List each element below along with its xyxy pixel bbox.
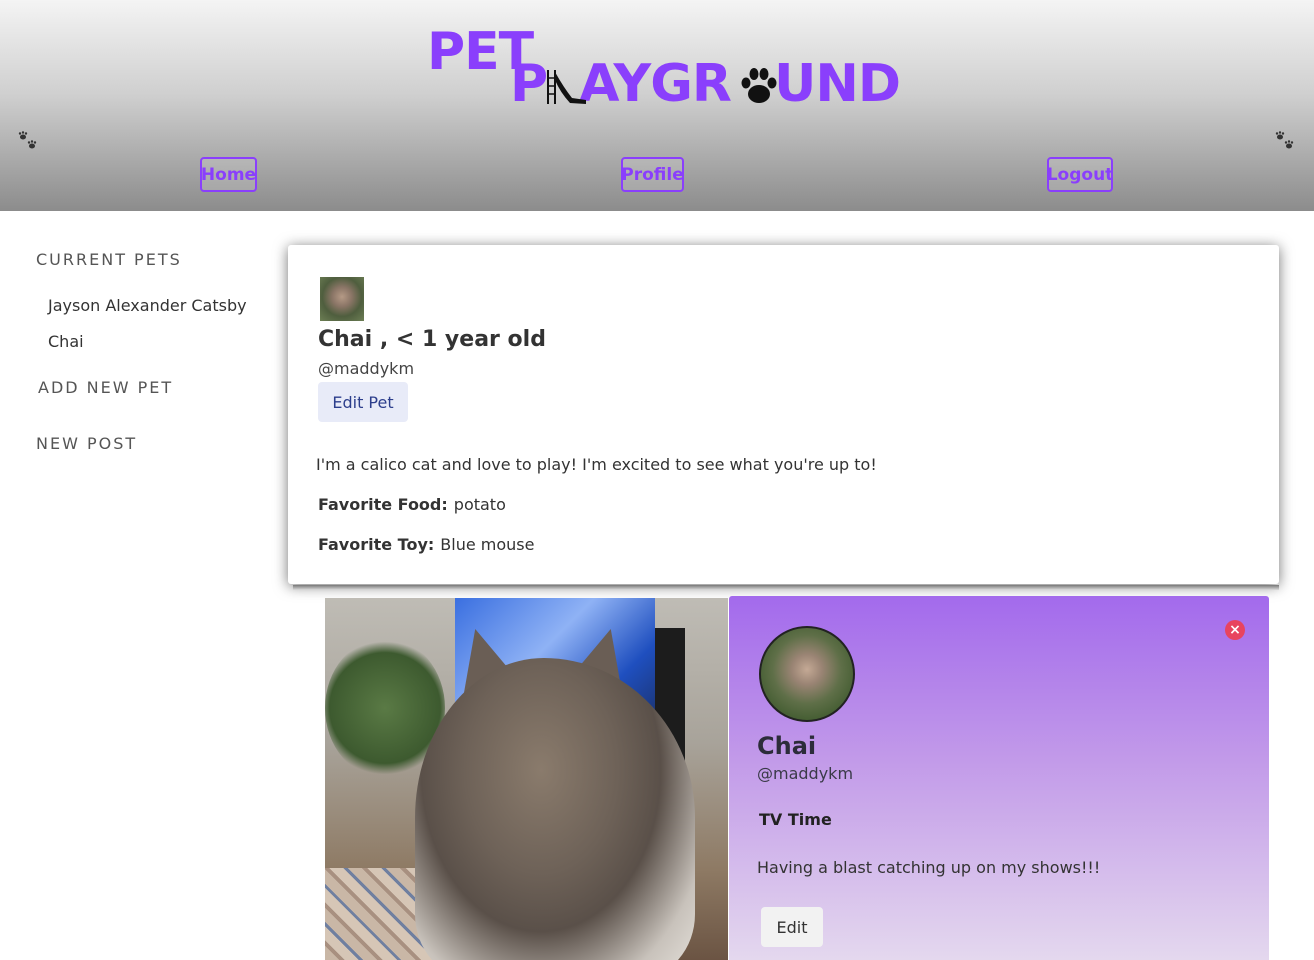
nav-profile-button[interactable]: Profile: [621, 157, 684, 192]
paw-prints-icon: [1275, 131, 1294, 149]
pet-bio: I'm a calico cat and love to play! I'm e…: [316, 455, 877, 474]
delete-post-icon[interactable]: ×: [1225, 620, 1245, 640]
favorite-food-label: Favorite Food:: [318, 495, 448, 514]
add-new-pet-link[interactable]: ADD NEW PET: [38, 378, 173, 397]
pet-thumbnail-image: [320, 277, 364, 321]
favorite-toy-row: Favorite Toy: Blue mouse: [318, 535, 534, 554]
pet-avatar: [759, 626, 855, 722]
site-header: PET PLAYGROUND Home Profile: [0, 0, 1314, 211]
new-post-link[interactable]: NEW POST: [36, 434, 137, 453]
owner-handle: @maddykm: [318, 359, 415, 378]
favorite-food-value: potato: [453, 495, 506, 514]
edit-pet-button[interactable]: Edit Pet: [318, 382, 408, 422]
nav-home-button[interactable]: Home: [200, 157, 257, 192]
post-title: TV Time: [759, 810, 832, 829]
favorite-toy-value: Blue mouse: [440, 535, 535, 554]
post-owner-handle: @maddykm: [757, 764, 854, 783]
pet-playground-logo: PET PLAYGROUND: [0, 0, 1314, 120]
current-pets-heading: CURRENT PETS: [36, 250, 182, 269]
pet-profile-card: [288, 245, 1279, 584]
post-body: Having a blast catching up on my shows!!…: [757, 858, 1101, 877]
nav-logout-button[interactable]: Logout: [1047, 157, 1113, 192]
favorite-food-row: Favorite Food: potato: [318, 495, 506, 514]
post-photo: [325, 598, 728, 960]
favorite-toy-label: Favorite Toy:: [318, 535, 435, 554]
sidebar-pet-link[interactable]: Jayson Alexander Catsby: [48, 296, 247, 315]
card-divider: [293, 585, 1279, 590]
slide-icon: [547, 70, 586, 104]
logo-text-playground-p: P: [510, 54, 548, 114]
pet-title: Chai , < 1 year old: [318, 327, 546, 352]
paw-icon: [741, 68, 777, 103]
paw-prints-icon: [18, 131, 37, 149]
logo-text-playground-mid: AYGR: [579, 54, 732, 114]
edit-post-button[interactable]: Edit: [761, 907, 823, 947]
sidebar-pet-link[interactable]: Chai: [48, 332, 84, 351]
logo-text-playground-end: UND: [774, 54, 901, 114]
post-pet-name: Chai: [757, 732, 817, 760]
